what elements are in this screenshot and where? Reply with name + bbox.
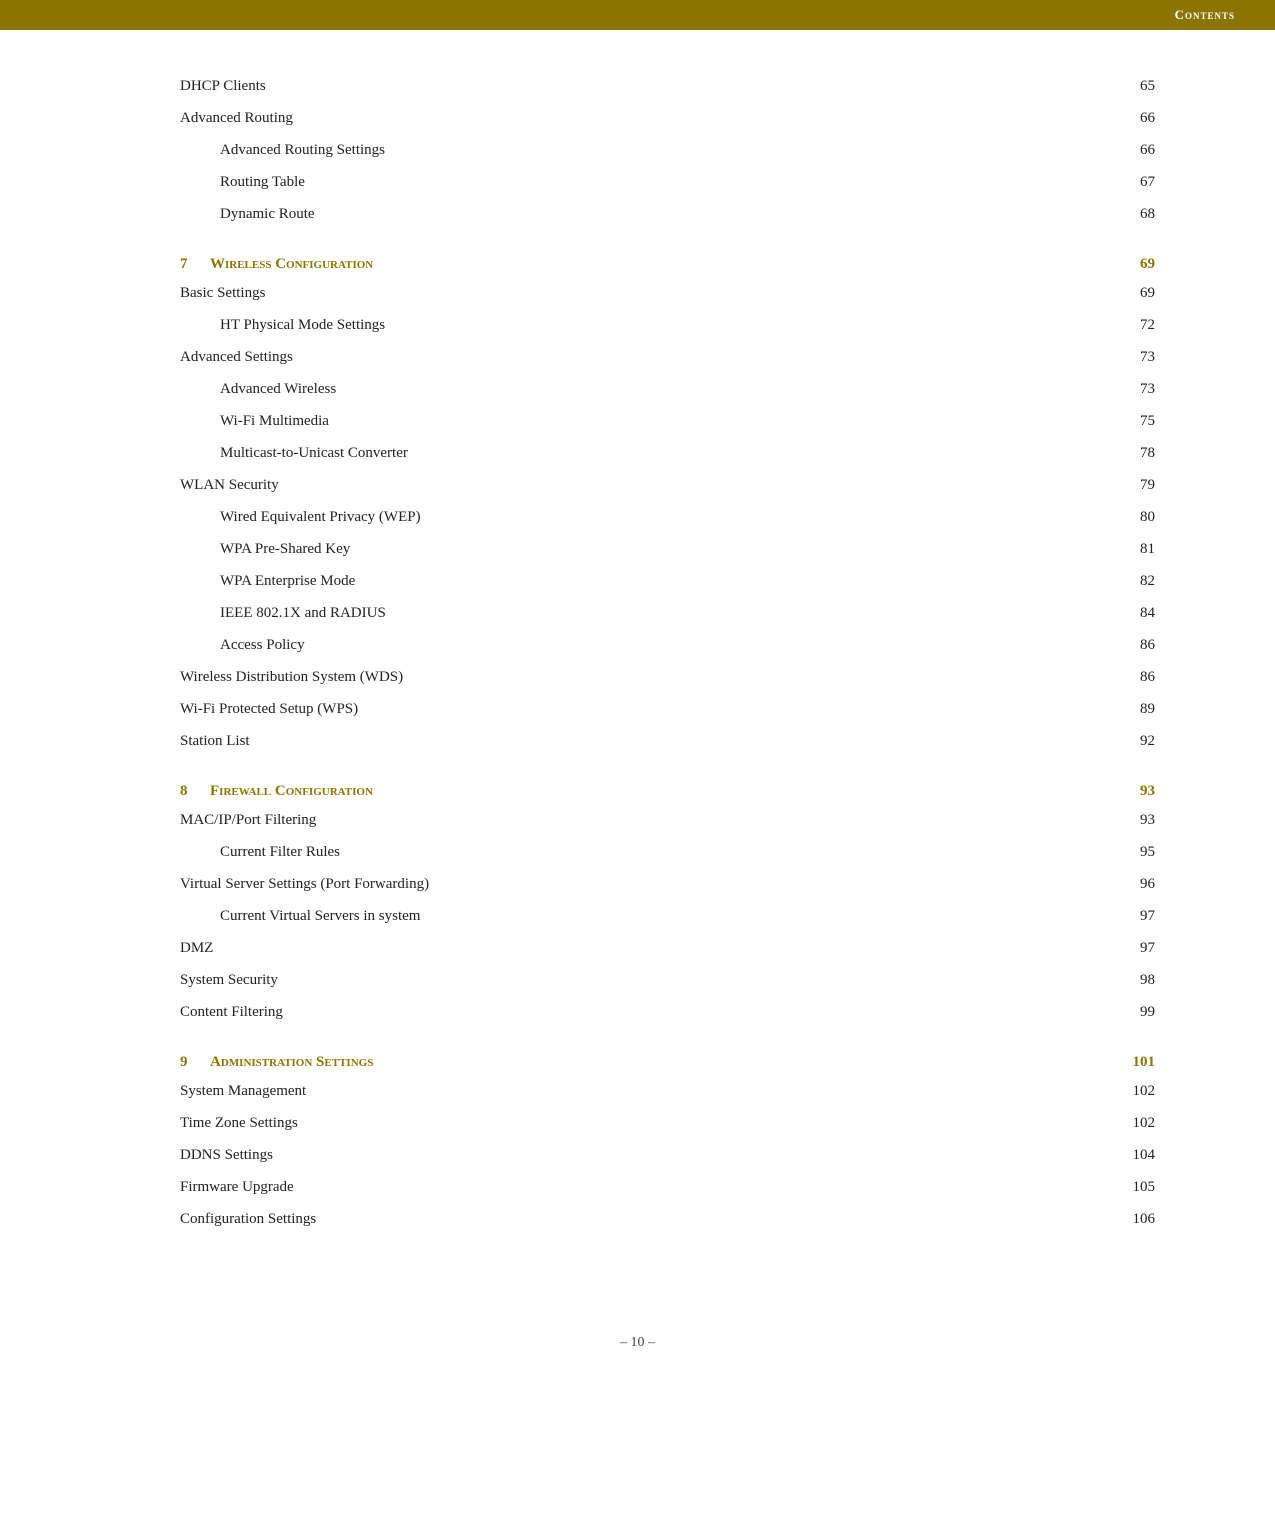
- entry-text-routing-table: Routing Table: [220, 170, 1105, 194]
- entry-text-adv-routing-settings: Advanced Routing Settings: [220, 138, 1105, 162]
- toc-entry-access-policy: Access Policy 86: [180, 629, 1155, 661]
- toc-entry-routing-table: Routing Table 67: [180, 166, 1155, 198]
- entry-page-dynamic-route: 68: [1105, 202, 1155, 226]
- chapter-9-title: Administration Settings: [210, 1054, 1105, 1071]
- chapter-9-number: 9: [180, 1054, 210, 1071]
- chapter-8-section: 8 Firewall Configuration 93 MAC/IP/Port …: [180, 777, 1155, 1028]
- toc-entry-content-filtering: Content Filtering 99: [180, 996, 1155, 1028]
- toc-entry-ddns: DDNS Settings 104: [180, 1139, 1155, 1171]
- chapter-7-title: Wireless Configuration: [210, 256, 1105, 273]
- toc-entry-virtual-server: Virtual Server Settings (Port Forwarding…: [180, 868, 1155, 900]
- toc-entry-wpa-psk: WPA Pre-Shared Key 81: [180, 533, 1155, 565]
- chapter-8-header: 8 Firewall Configuration 93: [180, 777, 1155, 804]
- header-label: Contents: [1175, 7, 1235, 23]
- header-bar: Contents: [0, 0, 1275, 30]
- toc-entry-system-security: System Security 98: [180, 964, 1155, 996]
- chapter-7-page: 69: [1105, 256, 1155, 273]
- chapter-8-number: 8: [180, 783, 210, 800]
- toc-entry-station-list: Station List 92: [180, 725, 1155, 757]
- toc-entry-mac-filter: MAC/IP/Port Filtering 93: [180, 804, 1155, 836]
- toc-entry-wps: Wi-Fi Protected Setup (WPS) 89: [180, 693, 1155, 725]
- toc-entry-wlan-security: WLAN Security 79: [180, 469, 1155, 501]
- toc-entry-ieee-radius: IEEE 802.1X and RADIUS 84: [180, 597, 1155, 629]
- chapter-9-page: 101: [1105, 1054, 1155, 1071]
- entry-text-dhcp: DHCP Clients: [180, 74, 1105, 98]
- toc-entry-advanced-settings: Advanced Settings 73: [180, 341, 1155, 373]
- entry-page-adv-routing: 66: [1105, 106, 1155, 130]
- toc-entry-advanced-wireless: Advanced Wireless 73: [180, 373, 1155, 405]
- toc-entry-wep: Wired Equivalent Privacy (WEP) 80: [180, 501, 1155, 533]
- toc-entry-timezone: Time Zone Settings 102: [180, 1107, 1155, 1139]
- chapter-7-section: 7 Wireless Configuration 69 Basic Settin…: [180, 250, 1155, 757]
- chapter-8-title: Firewall Configuration: [210, 783, 1105, 800]
- toc-entry-dhcp: DHCP Clients 65: [180, 70, 1155, 102]
- toc-entry-filter-rules: Current Filter Rules 95: [180, 836, 1155, 868]
- toc-entry-firmware: Firmware Upgrade 105: [180, 1171, 1155, 1203]
- chapter-9-header: 9 Administration Settings 101: [180, 1048, 1155, 1075]
- toc-entry-ht-physical: HT Physical Mode Settings 72: [180, 309, 1155, 341]
- entry-page-routing-table: 67: [1105, 170, 1155, 194]
- toc-entry-multicast: Multicast-to-Unicast Converter 78: [180, 437, 1155, 469]
- entry-page-adv-routing-settings: 66: [1105, 138, 1155, 162]
- page-footer: – 10 –: [0, 1315, 1275, 1381]
- toc-entry-system-management: System Management 102: [180, 1075, 1155, 1107]
- toc-entry-dynamic-route: Dynamic Route 68: [180, 198, 1155, 230]
- toc-entry-adv-routing: Advanced Routing 66: [180, 102, 1155, 134]
- chapter-8-page: 93: [1105, 783, 1155, 800]
- entry-text-dynamic-route: Dynamic Route: [220, 202, 1105, 226]
- toc-entry-config-settings: Configuration Settings 106: [180, 1203, 1155, 1235]
- toc-entry-wds: Wireless Distribution System (WDS) 86: [180, 661, 1155, 693]
- chapter-7-number: 7: [180, 256, 210, 273]
- entry-page-dhcp: 65: [1105, 74, 1155, 98]
- chapter-9-section: 9 Administration Settings 101 System Man…: [180, 1048, 1155, 1235]
- content-area: DHCP Clients 65 Advanced Routing 66 Adva…: [0, 30, 1275, 1315]
- toc-entry-wpa-enterprise: WPA Enterprise Mode 82: [180, 565, 1155, 597]
- footer-page-number: – 10 –: [620, 1335, 655, 1350]
- toc-entry-virtual-servers-system: Current Virtual Servers in system 97: [180, 900, 1155, 932]
- chapter-7-header: 7 Wireless Configuration 69: [180, 250, 1155, 277]
- toc-entry-wifi-multimedia: Wi-Fi Multimedia 75: [180, 405, 1155, 437]
- pre-chapter-section: DHCP Clients 65 Advanced Routing 66 Adva…: [180, 70, 1155, 230]
- entry-text-adv-routing: Advanced Routing: [180, 106, 1105, 130]
- toc-entry-basic-settings: Basic Settings 69: [180, 277, 1155, 309]
- toc-entry-adv-routing-settings: Advanced Routing Settings 66: [180, 134, 1155, 166]
- toc-entry-dmz: DMZ 97: [180, 932, 1155, 964]
